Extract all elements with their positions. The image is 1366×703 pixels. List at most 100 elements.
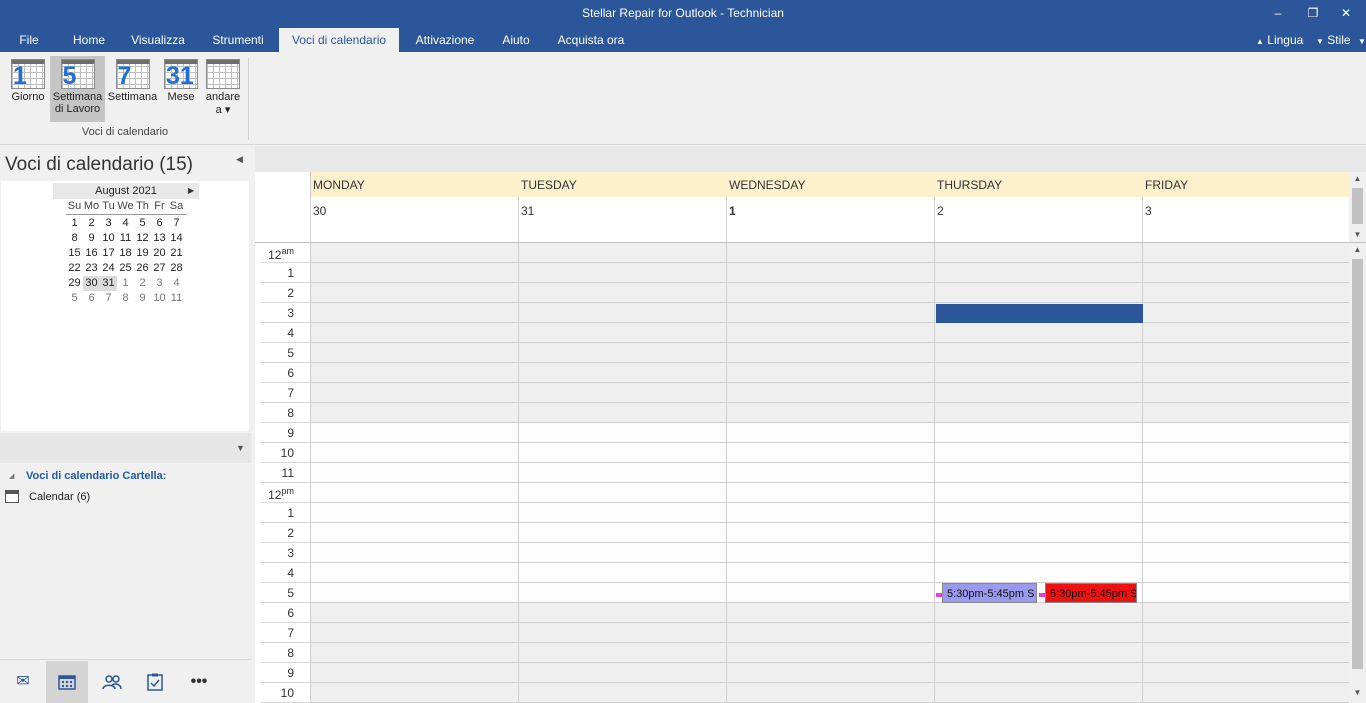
menu-home[interactable]: Home bbox=[64, 28, 114, 52]
busy-time-bar[interactable] bbox=[936, 304, 1143, 323]
scroll-thumb[interactable] bbox=[1352, 188, 1363, 224]
mini-calendar-day[interactable]: 23 bbox=[83, 261, 100, 276]
hour-slot-row[interactable] bbox=[310, 303, 1349, 323]
scroll-up-icon[interactable]: ▲ bbox=[1349, 174, 1366, 183]
mini-calendar-day[interactable]: 9 bbox=[134, 291, 151, 306]
scroll-down-icon[interactable]: ▼ bbox=[1349, 688, 1366, 697]
hour-slot-row[interactable] bbox=[310, 323, 1349, 343]
expand-triangle-icon[interactable]: ◢ bbox=[9, 472, 14, 480]
language-menu[interactable]: ▲ Lingua bbox=[1256, 28, 1303, 52]
scroll-up-icon[interactable]: ▲ bbox=[1349, 245, 1366, 254]
day-date-label[interactable]: 2 bbox=[937, 204, 944, 218]
hour-slot-row[interactable] bbox=[310, 543, 1349, 563]
mini-calendar-day[interactable]: 5 bbox=[134, 216, 151, 231]
hour-slot-row[interactable] bbox=[310, 643, 1349, 663]
mini-calendar-day[interactable]: 1 bbox=[117, 276, 134, 291]
folder-item-calendar[interactable]: Calendar (6) bbox=[29, 491, 90, 503]
minimize-button[interactable]: – bbox=[1268, 4, 1288, 22]
mini-calendar-day[interactable]: 30 bbox=[83, 276, 100, 291]
mini-calendar-day[interactable]: 26 bbox=[134, 261, 151, 276]
hour-slot-row[interactable] bbox=[310, 383, 1349, 403]
day-date-label[interactable]: 1 bbox=[729, 204, 736, 218]
mini-calendar-day[interactable]: 11 bbox=[117, 231, 134, 246]
menu-voci-di-calendario[interactable]: Voci di calendario bbox=[279, 28, 399, 52]
hour-slot-row[interactable] bbox=[310, 503, 1349, 523]
mini-calendar-day[interactable]: 4 bbox=[168, 276, 185, 291]
hour-slot-row[interactable] bbox=[310, 603, 1349, 623]
style-menu[interactable]: ▼ Stile ▼ bbox=[1316, 28, 1366, 52]
mini-calendar-day[interactable]: 8 bbox=[117, 291, 134, 306]
mini-calendar-day[interactable]: 12 bbox=[134, 231, 151, 246]
mail-icon[interactable]: ✉ bbox=[2, 661, 44, 703]
mini-calendar-day[interactable]: 10 bbox=[151, 291, 168, 306]
appointment-item[interactable]: 5:30pm-5:45pm S bbox=[1045, 583, 1137, 603]
hour-slot-row[interactable] bbox=[310, 403, 1349, 423]
mini-calendar-day[interactable]: 21 bbox=[168, 246, 185, 261]
people-icon[interactable] bbox=[91, 661, 133, 703]
go-to-button[interactable]: andare a ▾ bbox=[202, 56, 244, 122]
mini-calendar-day[interactable]: 2 bbox=[134, 276, 151, 291]
mini-calendar-day[interactable]: 17 bbox=[100, 246, 117, 261]
day-name-label[interactable]: FRIDAY bbox=[1145, 178, 1188, 192]
mini-calendar-day[interactable]: 24 bbox=[100, 261, 117, 276]
scroll-down-icon[interactable]: ▼ bbox=[1349, 230, 1366, 239]
hour-slot-row[interactable] bbox=[310, 483, 1349, 503]
header-scrollbar[interactable]: ▲ ▼ bbox=[1349, 172, 1366, 242]
mini-calendar-day[interactable]: 18 bbox=[117, 246, 134, 261]
calendar-icon[interactable] bbox=[46, 661, 88, 703]
mini-calendar-day[interactable]: 3 bbox=[151, 276, 168, 291]
menu-strumenti[interactable]: Strumenti bbox=[202, 28, 274, 52]
hour-slot-row[interactable] bbox=[310, 243, 1349, 263]
day-date-label[interactable]: 31 bbox=[521, 204, 534, 218]
hour-slot-row[interactable] bbox=[310, 683, 1349, 703]
mini-calendar-day[interactable]: 9 bbox=[83, 231, 100, 246]
hour-slot-row[interactable] bbox=[310, 563, 1349, 583]
mini-calendar-day[interactable]: 5 bbox=[66, 291, 83, 306]
hour-slot-row[interactable] bbox=[310, 363, 1349, 383]
mini-calendar-day[interactable]: 31 bbox=[100, 276, 117, 291]
scroll-thumb[interactable] bbox=[1352, 259, 1363, 669]
mini-calendar-day[interactable]: 7 bbox=[168, 216, 185, 231]
close-button[interactable]: ✕ bbox=[1336, 4, 1356, 22]
mini-calendar-day[interactable]: 13 bbox=[151, 231, 168, 246]
mini-calendar-day[interactable]: 2 bbox=[83, 216, 100, 231]
mini-calendar-day[interactable]: 14 bbox=[168, 231, 185, 246]
hour-slot-row[interactable] bbox=[310, 343, 1349, 363]
mini-calendar-day[interactable]: 6 bbox=[151, 216, 168, 231]
hour-slot-row[interactable] bbox=[310, 663, 1349, 683]
day-date-label[interactable]: 30 bbox=[313, 204, 326, 218]
menu-file[interactable]: File bbox=[10, 28, 48, 52]
chevron-down-icon[interactable]: ▼ bbox=[236, 443, 245, 453]
mini-calendar-day[interactable]: 3 bbox=[100, 216, 117, 231]
hour-slot-row[interactable] bbox=[310, 263, 1349, 283]
mini-calendar-day[interactable]: 28 bbox=[168, 261, 185, 276]
mini-calendar-day[interactable]: 6 bbox=[83, 291, 100, 306]
grid-scrollbar[interactable]: ▲ ▼ bbox=[1349, 243, 1366, 703]
view-day-button[interactable]: 1 Giorno bbox=[6, 56, 50, 122]
mini-calendar-day[interactable]: 4 bbox=[117, 216, 134, 231]
day-name-label[interactable]: MONDAY bbox=[313, 178, 365, 192]
view-week-button[interactable]: 7 Settimana bbox=[105, 56, 160, 122]
hour-slot-row[interactable] bbox=[310, 443, 1349, 463]
hour-slot-row[interactable] bbox=[310, 283, 1349, 303]
menu-aiuto[interactable]: Aiuto bbox=[492, 28, 540, 52]
mini-calendar-day[interactable]: 10 bbox=[100, 231, 117, 246]
restore-button[interactable]: ❐ bbox=[1303, 4, 1323, 22]
mini-calendar-day[interactable]: 15 bbox=[66, 246, 83, 261]
mini-calendar-day[interactable]: 16 bbox=[83, 246, 100, 261]
next-month-icon[interactable]: ▶ bbox=[188, 183, 194, 199]
mini-calendar-day[interactable]: 8 bbox=[66, 231, 83, 246]
collapse-pane-icon[interactable]: ◀ bbox=[236, 154, 243, 165]
mini-calendar-day[interactable]: 25 bbox=[117, 261, 134, 276]
mini-calendar-day[interactable]: 29 bbox=[66, 276, 83, 291]
mini-calendar-day[interactable]: 20 bbox=[151, 246, 168, 261]
view-month-button[interactable]: 31 Mese bbox=[160, 56, 202, 122]
mini-calendar-day[interactable]: 27 bbox=[151, 261, 168, 276]
mini-calendar-day[interactable]: 1 bbox=[66, 216, 83, 231]
tasks-icon[interactable] bbox=[134, 661, 176, 703]
menu-attivazione[interactable]: Attivazione bbox=[406, 28, 484, 52]
day-date-label[interactable]: 3 bbox=[1145, 204, 1152, 218]
hour-slot-row[interactable] bbox=[310, 523, 1349, 543]
menu-acquista-ora[interactable]: Acquista ora bbox=[550, 28, 632, 52]
appointment-item[interactable]: 5:30pm-5:45pm S bbox=[942, 583, 1037, 603]
